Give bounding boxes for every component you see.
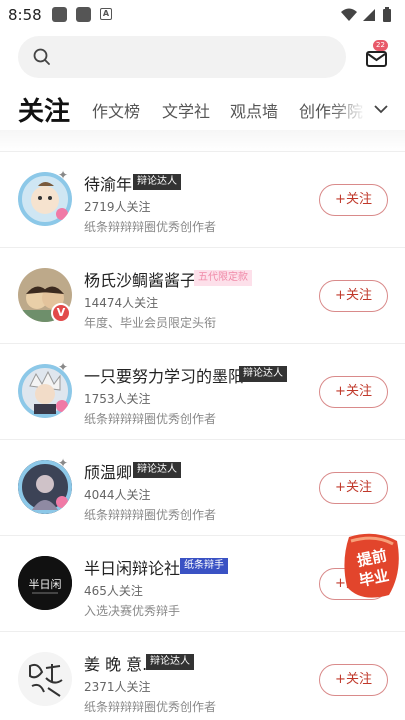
user-name[interactable]: 杨氏沙鲷酱酱子 [84, 267, 196, 291]
title-badge: 辩论达人 [133, 174, 181, 190]
title-badge: 纸条辩手 [180, 558, 228, 574]
user-description: 纸条辩辩辩圈优秀创作者 [84, 700, 217, 714]
tab-opinion-wall[interactable]: 观点墙 [230, 98, 278, 122]
mail-badge: 22 [373, 40, 388, 51]
user-description: 入选决赛优秀辩手 [84, 604, 181, 618]
status-time: 8:58 [8, 6, 42, 24]
follow-button[interactable]: +关注 [319, 664, 388, 696]
list-item[interactable]: 姜 晚 意. 辩论达人 2371人关注 纸条辩辩辩圈优秀创作者 +关注 [0, 631, 405, 720]
title-badge: 辩论达人 [239, 366, 287, 382]
user-name[interactable]: 颀温卿 [84, 459, 132, 483]
avatar[interactable]: 半日闲 [18, 556, 72, 610]
follow-button[interactable]: +关注 [319, 184, 388, 216]
avatar-frame-star: ✦ [58, 168, 69, 182]
status-icons [341, 7, 391, 22]
graduation-promo-sticker[interactable]: 提前 毕业 [341, 531, 403, 601]
search-icon [33, 48, 50, 65]
follower-count: 4044人关注 [84, 488, 151, 502]
follower-count: 14474人关注 [84, 296, 159, 310]
search-input[interactable] [18, 36, 346, 78]
avatar[interactable] [18, 652, 72, 706]
wifi-icon [341, 8, 357, 21]
list-item[interactable]: ✦ 一只要努力学习的墨阳 辩论达人 1753人关注 纸条辩辩辩圈优秀创作者 +关… [0, 343, 405, 439]
list-item[interactable]: V 杨氏沙鲷酱酱子 五代限定款 14474人关注 年度、毕业会员限定头衔 +关注 [0, 247, 405, 343]
user-name[interactable]: 一只要努力学习的墨阳 [84, 363, 244, 387]
follow-button[interactable]: +关注 [319, 376, 388, 408]
list-item[interactable]: ✦ 待渝年 辩论达人 2719人关注 纸条辩辩辩圈优秀创作者 +关注 [0, 151, 405, 247]
category-tabs: 关注 作文榜 文学社 观点墙 创作学院 [0, 86, 405, 132]
user-name[interactable]: 半日闲辩论社 [84, 555, 180, 579]
user-description: 纸条辩辩辩圈优秀创作者 [84, 220, 217, 234]
app-notification-icon: A [100, 8, 112, 20]
avatar-frame-star: ✦ [58, 360, 69, 374]
tab-essay-rank[interactable]: 作文榜 [92, 98, 140, 122]
title-badge: 辩论达人 [146, 654, 194, 670]
status-bar: 8:58 A [0, 0, 405, 30]
user-description: 年度、毕业会员限定头衔 [84, 316, 217, 330]
follower-count: 2719人关注 [84, 200, 151, 214]
follower-count: 2371人关注 [84, 680, 151, 694]
tab-literary-club[interactable]: 文学社 [162, 98, 210, 122]
verified-badge: V [51, 303, 71, 323]
battery-icon [383, 9, 391, 22]
user-name[interactable]: 姜 晚 意. [84, 651, 147, 675]
avatar-frame-star: ✦ [58, 456, 69, 470]
follow-button[interactable]: +关注 [319, 280, 388, 312]
chevron-down-icon[interactable] [372, 100, 390, 118]
follower-count: 1753人关注 [84, 392, 151, 406]
search-row: 22 [0, 34, 405, 80]
notification-icon [76, 7, 91, 22]
notification-icon [52, 7, 67, 22]
tab-following[interactable]: 关注 [18, 91, 70, 128]
title-badge: 五代限定款 [194, 270, 252, 286]
user-name[interactable]: 待渝年 [84, 171, 132, 195]
user-description: 纸条辩辩辩圈优秀创作者 [84, 508, 217, 522]
title-badge: 辩论达人 [133, 462, 181, 478]
user-description: 纸条辩辩辩圈优秀创作者 [84, 412, 217, 426]
avatar-logo-text: 半日闲 [29, 577, 62, 591]
follow-button[interactable]: +关注 [319, 472, 388, 504]
header-divider [0, 130, 405, 152]
user-list: ✦ 待渝年 辩论达人 2719人关注 纸条辩辩辩圈优秀创作者 +关注 V 杨氏沙… [0, 151, 405, 720]
signal-icon [363, 9, 375, 21]
follower-count: 465人关注 [84, 584, 143, 598]
tabs-fade [330, 86, 366, 132]
list-item[interactable]: ✦ 颀温卿 辩论达人 4044人关注 纸条辩辩辩圈优秀创作者 +关注 [0, 439, 405, 535]
